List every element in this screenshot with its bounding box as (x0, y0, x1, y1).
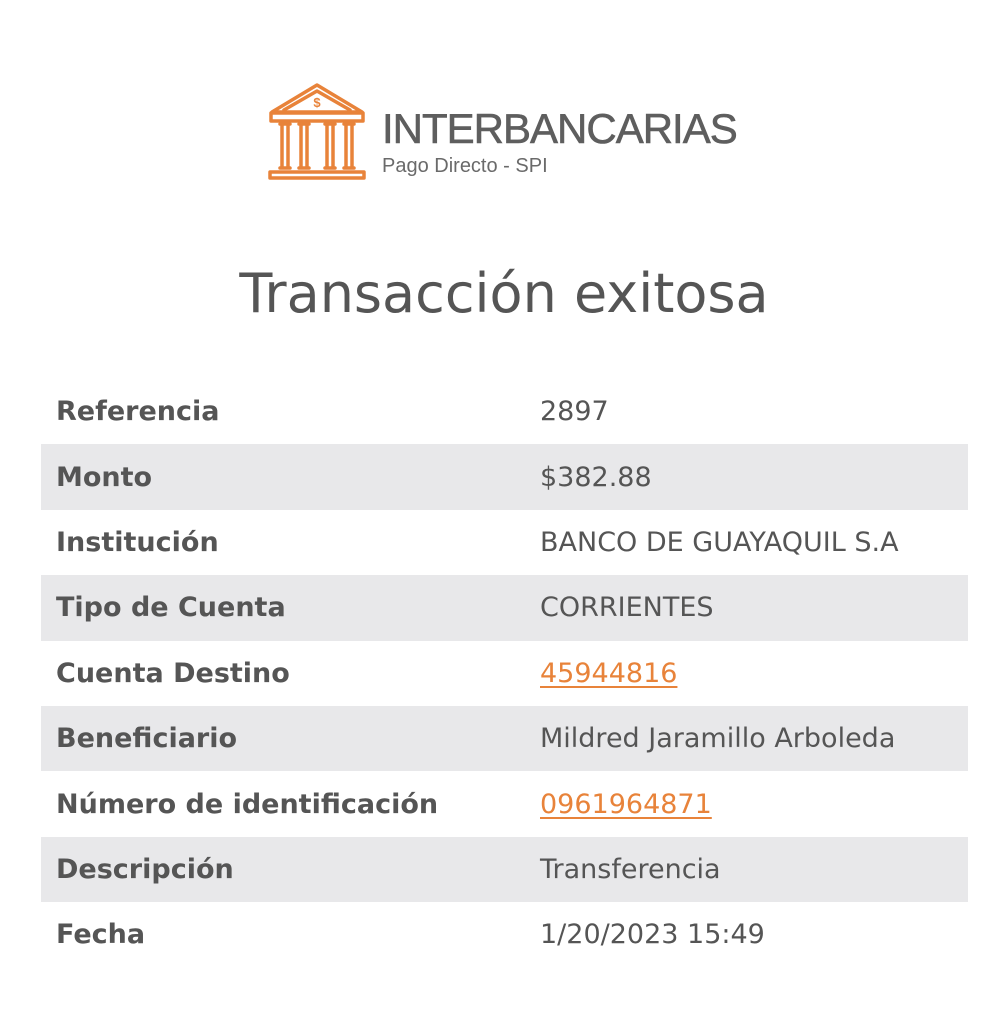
account-type-value: CORRIENTES (540, 592, 714, 624)
detail-label: Beneficiario (56, 723, 238, 755)
detail-label: Tipo de Cuenta (56, 592, 286, 624)
detail-label: Institución (56, 526, 219, 558)
bank-icon: $ (268, 83, 366, 180)
date-value: 1/20/2023 15:49 (540, 919, 765, 951)
detail-row-referencia: Referencia 2897 (41, 379, 968, 444)
detail-row-fecha: Fecha 1/20/2023 15:49 (41, 902, 968, 967)
detail-label: Monto (56, 461, 153, 493)
brand-text: INTERBANCARIAS Pago Directo - SPI (382, 105, 738, 177)
reference-value: 2897 (540, 396, 609, 428)
dollar-symbol: $ (313, 95, 321, 110)
identification-number-link[interactable]: 0961964871 (540, 789, 968, 820)
amount-value: $382.88 (540, 461, 652, 493)
beneficiary-value: Mildred Jaramillo Arboleda (540, 723, 896, 755)
destination-account-link[interactable]: 45944816 (540, 658, 968, 689)
brand-name: INTERBANCARIAS (382, 105, 738, 152)
detail-row-tipo-cuenta: Tipo de Cuenta CORRIENTES (41, 575, 968, 641)
detail-row-descripcion: Descripción Transferencia (41, 836, 968, 903)
detail-label: Número de identificación (56, 788, 439, 820)
detail-label: Referencia (56, 396, 220, 428)
detail-label: Descripción (56, 853, 234, 885)
detail-row-identificacion: Número de identificación 0961964871 (41, 771, 968, 836)
detail-label: Fecha (56, 919, 146, 951)
detail-row-beneficiario: Beneficiario Mildred Jaramillo Arboleda (41, 705, 968, 772)
detail-row-institucion: Institución BANCO DE GUAYAQUIL S.A (41, 510, 968, 575)
detail-row-cuenta-destino: Cuenta Destino 45944816 (41, 641, 968, 706)
description-value: Transferencia (540, 853, 721, 885)
institution-value: BANCO DE GUAYAQUIL S.A (540, 526, 899, 558)
brand-logo: $ INTERBANCARIAS Pago Directo - SPI (266, 80, 746, 185)
brand-subtitle: Pago Directo - SPI (382, 155, 548, 177)
transaction-details: Referencia 2897 Monto $382.88 Institució… (41, 379, 968, 968)
page-title: Transacción exitosa (239, 262, 769, 325)
detail-label: Cuenta Destino (56, 657, 290, 689)
detail-row-monto: Monto $382.88 (41, 444, 968, 510)
